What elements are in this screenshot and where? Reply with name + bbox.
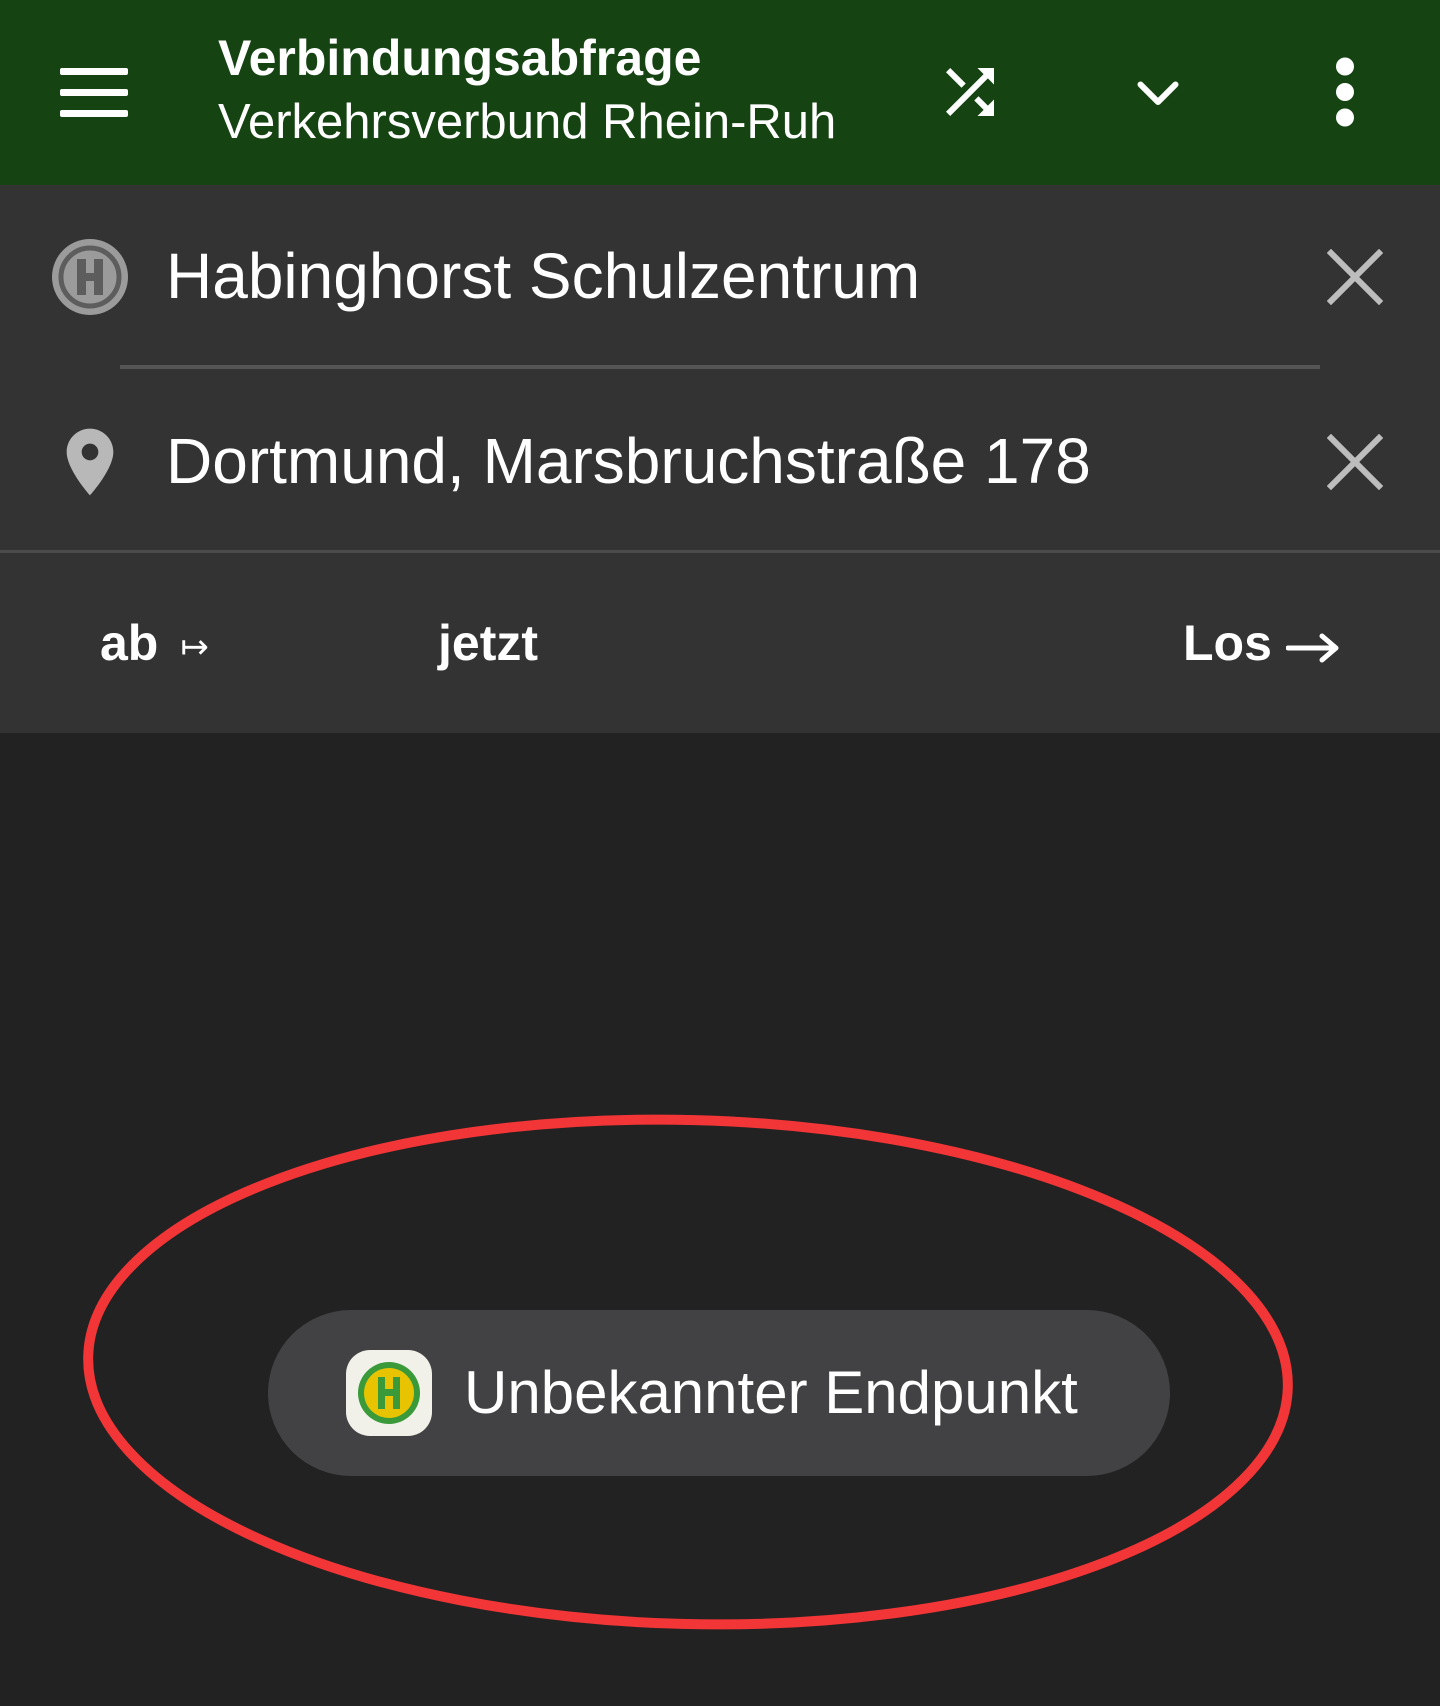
toast-notification: Unbekannter Endpunkt — [268, 1310, 1170, 1476]
close-icon — [1327, 249, 1383, 305]
arrow-right-icon — [1285, 597, 1340, 697]
trip-form: Habinghorst Schulzentrum Dortmund, Marsb… — [0, 185, 1440, 733]
title-block: Verbindungsabfrage Verkehrsverbund Rhein… — [218, 28, 868, 156]
app-bar: Verbindungsabfrage Verkehrsverbund Rhein… — [0, 0, 1440, 185]
location-pin-icon — [50, 422, 130, 502]
departure-arrow-icon: ↦ — [180, 627, 209, 666]
overflow-menu-button[interactable] — [1295, 42, 1395, 142]
close-icon — [1327, 434, 1383, 490]
field-divider — [120, 365, 1320, 369]
app-icon — [346, 1350, 432, 1436]
to-input[interactable]: Dortmund, Marsbruchstraße 178 — [166, 416, 1266, 506]
clear-from-button[interactable] — [1305, 227, 1405, 327]
clear-to-button[interactable] — [1305, 412, 1405, 512]
shuffle-icon — [946, 68, 994, 116]
station-h-icon — [358, 1362, 420, 1424]
network-subtitle: Verkehrsverbund Rhein-Ruh — [218, 95, 837, 149]
expand-button[interactable] — [1108, 42, 1208, 142]
to-row: Dortmund, Marsbruchstraße 178 — [0, 370, 1440, 550]
departure-toggle[interactable]: ab ↦ — [100, 593, 209, 693]
go-label: Los — [1183, 615, 1272, 671]
menu-button[interactable] — [40, 42, 148, 142]
toast-message: Unbekannter Endpunkt — [464, 1359, 1078, 1426]
page-title: Verbindungsabfrage — [218, 30, 702, 86]
go-button[interactable]: Los — [1183, 593, 1340, 693]
shuffle-button[interactable] — [920, 42, 1020, 142]
options-row: ab ↦ jetzt Los — [0, 553, 1440, 733]
from-row: Habinghorst Schulzentrum — [0, 185, 1440, 365]
departure-label: ab — [100, 615, 159, 671]
time-selector[interactable]: jetzt — [438, 593, 538, 693]
chevron-down-icon — [1137, 81, 1179, 105]
from-input[interactable]: Habinghorst Schulzentrum — [166, 231, 1266, 321]
station-h-icon — [50, 237, 130, 317]
more-vert-icon — [1336, 57, 1354, 127]
